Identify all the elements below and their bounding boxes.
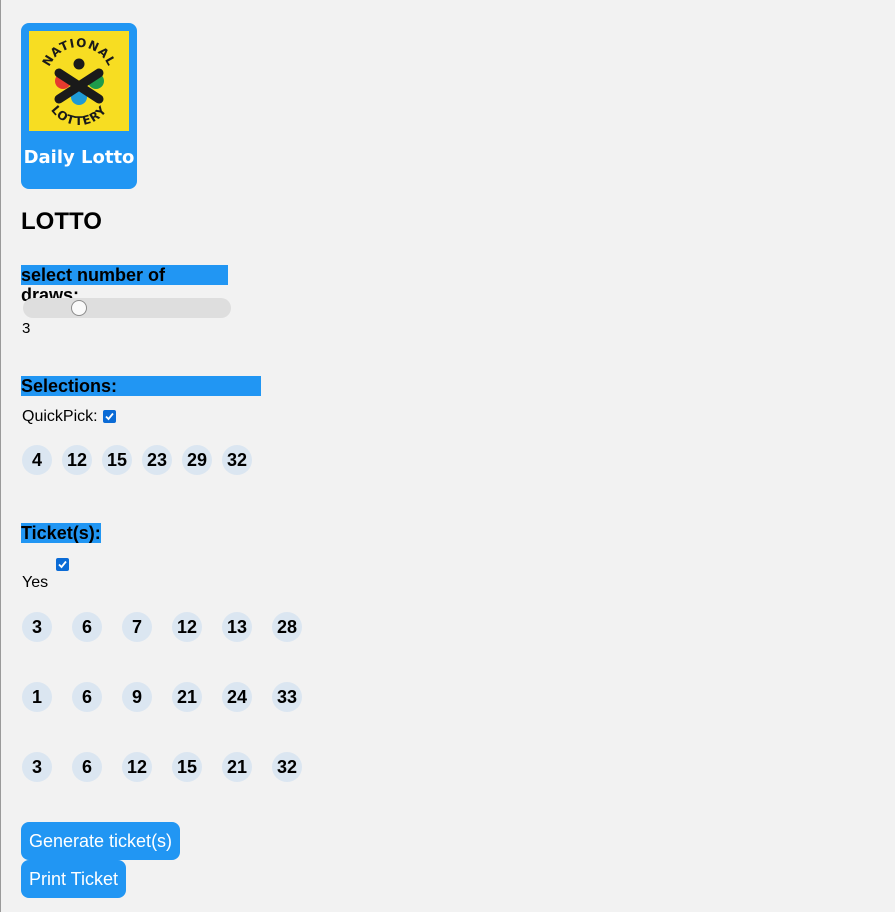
ticket-ball: 7	[122, 612, 152, 642]
selection-ball: 15	[102, 445, 132, 475]
print-ticket-button[interactable]: Print Ticket	[21, 860, 127, 898]
ticket-ball: 28	[272, 612, 302, 642]
yes-checkbox[interactable]	[56, 558, 69, 571]
yes-label: Yes	[22, 574, 49, 591]
ticket-ball: 6	[72, 752, 102, 782]
ticket-ball: 3	[22, 612, 52, 642]
selection-ball: 32	[222, 445, 252, 475]
ticket-ball: 13	[222, 612, 252, 642]
ticket-ball: 12	[172, 612, 202, 642]
selection-ball: 12	[62, 445, 92, 475]
tickets-section-label: Ticket(s):	[21, 523, 101, 543]
slider-thumb[interactable]	[71, 300, 87, 316]
ticket-ball: 32	[272, 752, 302, 782]
ticket-ball: 1	[22, 682, 52, 712]
ticket-ball: 3	[22, 752, 52, 782]
ticket-ball: 21	[222, 752, 252, 782]
generate-tickets-button[interactable]: Generate ticket(s)	[21, 822, 181, 860]
quickpick-checkbox[interactable]	[103, 410, 116, 423]
ticket-ball: 15	[172, 752, 202, 782]
draws-slider[interactable]	[23, 298, 231, 318]
draws-section-label: select number of draws:	[21, 265, 228, 305]
draws-value: 3	[22, 320, 31, 337]
ticket-ball: 6	[72, 612, 102, 642]
selection-ball: 23	[142, 445, 172, 475]
selection-ball: 4	[22, 445, 52, 475]
game-caption: Daily Lotto	[23, 147, 135, 168]
selections-section-label: Selections:	[21, 376, 261, 396]
ticket-ball: 33	[272, 682, 302, 712]
ticket-ball: 21	[172, 682, 202, 712]
page-title: LOTTO	[21, 208, 102, 235]
ticket-ball: 24	[222, 682, 252, 712]
selection-ball: 29	[182, 445, 212, 475]
ticket-ball: 9	[122, 682, 152, 712]
ticket-ball: 6	[72, 682, 102, 712]
quickpick-label: QuickPick:	[22, 408, 98, 425]
ticket-ball: 12	[122, 752, 152, 782]
daily-lotto-card[interactable]: NATIONAL LOTTERY Daily Lotto	[21, 23, 137, 189]
national-lottery-logo: NATIONAL LOTTERY	[29, 31, 129, 131]
svg-text:LOTTERY: LOTTERY	[48, 103, 109, 128]
